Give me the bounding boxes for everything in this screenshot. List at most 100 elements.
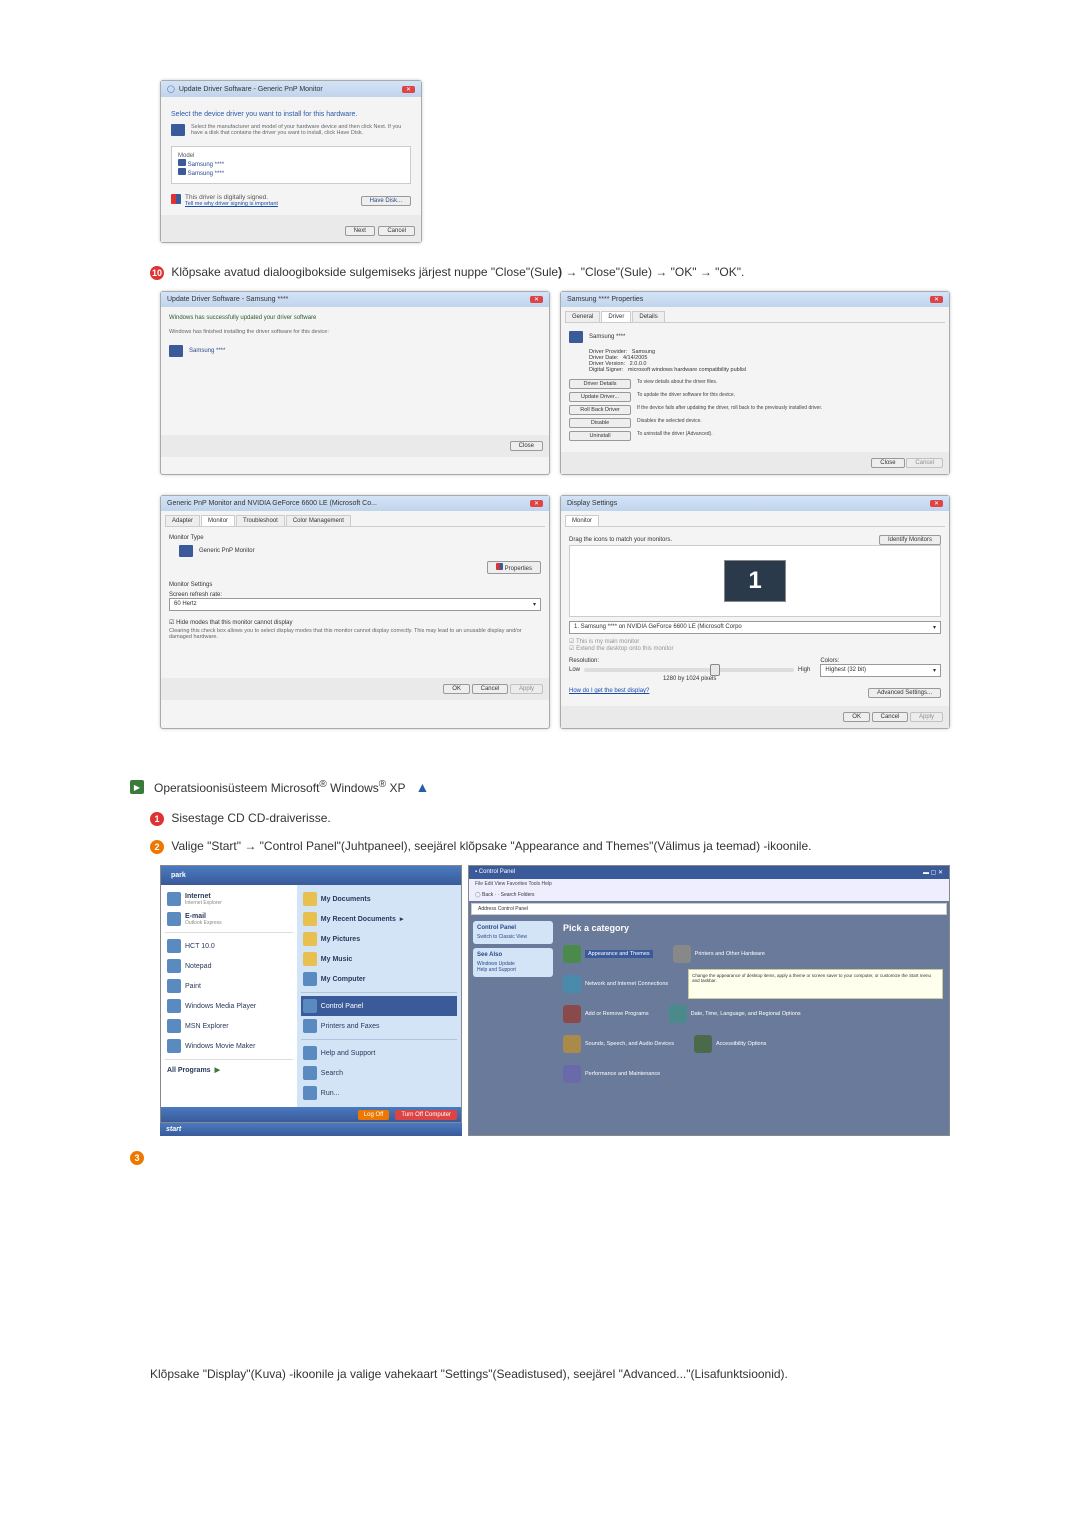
window-buttons[interactable]: ▬ ▢ ✕ xyxy=(923,869,943,876)
start-item[interactable]: Help and Support xyxy=(301,1043,457,1063)
shield-icon xyxy=(171,194,181,204)
tabs: General Driver Details xyxy=(565,311,945,323)
cat-performance[interactable]: Performance and Maintenance xyxy=(563,1065,660,1083)
start-item[interactable]: Windows Media Player xyxy=(165,996,293,1016)
cat-sounds[interactable]: Sounds, Speech, and Audio Devices xyxy=(563,1035,674,1053)
close-icon[interactable]: ✕ xyxy=(930,296,943,303)
hide-modes-desc: Clearing this check box allows you to se… xyxy=(169,628,541,640)
start-button[interactable]: start xyxy=(166,1126,181,1133)
tab-details[interactable]: Details xyxy=(632,311,664,322)
tab-troubleshoot[interactable]: Troubleshoot xyxy=(236,515,285,526)
monitor-dropdown[interactable]: 1. Samsung **** on NVIDIA GeForce 6600 L… xyxy=(569,621,941,634)
start-item[interactable]: My Computer xyxy=(301,969,457,989)
colors-dropdown[interactable]: Highest (32 bit)▾ xyxy=(820,664,941,677)
apply-button[interactable]: Apply xyxy=(910,712,943,722)
dialog-heading: Select the device driver you want to ins… xyxy=(171,111,411,118)
tab-driver[interactable]: Driver xyxy=(601,311,631,322)
close-button[interactable]: Close xyxy=(871,458,904,468)
properties-button[interactable]: Properties xyxy=(487,561,541,574)
next-button[interactable]: Next xyxy=(345,226,375,236)
uninstall-button[interactable]: Uninstall xyxy=(569,431,631,441)
update-driver-button[interactable]: Update Driver... xyxy=(569,392,631,402)
moviemaker-icon xyxy=(167,1039,181,1053)
start-item[interactable]: Printers and Faxes xyxy=(301,1016,457,1036)
cancel-button[interactable]: Cancel xyxy=(378,226,415,236)
monitor-preview[interactable]: 1 xyxy=(724,560,786,602)
start-item-email[interactable]: E-mailOutlook Express xyxy=(165,909,293,929)
printer-icon xyxy=(673,945,691,963)
ok-button[interactable]: OK xyxy=(843,712,870,722)
chevron-down-icon: ▾ xyxy=(933,624,936,631)
start-item-controlpanel[interactable]: Control Panel xyxy=(301,996,457,1016)
cat-appearance[interactable]: Appearance and Themes xyxy=(563,945,653,963)
refresh-dropdown[interactable]: 60 Hertz▾ xyxy=(169,598,541,611)
model-item[interactable]: Samsung **** xyxy=(178,159,404,168)
cp-address[interactable]: Address Control Panel xyxy=(471,903,947,915)
device-properties-dialog: Samsung **** Properties ✕ General Driver… xyxy=(560,291,950,475)
ok-button[interactable]: OK xyxy=(443,684,470,694)
app-icon xyxy=(167,939,181,953)
back-arrow-icon[interactable]: ◯ xyxy=(167,85,175,93)
close-icon[interactable]: ✕ xyxy=(530,500,543,507)
cat-datetime[interactable]: Date, Time, Language, and Regional Optio… xyxy=(669,1005,801,1023)
tab-colormgmt[interactable]: Color Management xyxy=(286,515,351,526)
have-disk-button[interactable]: Have Disk... xyxy=(361,196,411,206)
close-icon[interactable]: ✕ xyxy=(530,296,543,303)
start-item-internet[interactable]: InternetInternet Explorer xyxy=(165,889,293,909)
cp-menu[interactable]: File Edit View Favorites Tools Help xyxy=(469,879,949,889)
start-item[interactable]: My Recent Documents ▸ xyxy=(301,909,457,929)
cancel-button[interactable]: Cancel xyxy=(872,712,909,722)
monitor-icon xyxy=(169,345,183,357)
close-icon[interactable]: ✕ xyxy=(930,500,943,507)
ie-icon xyxy=(167,892,181,906)
tab-monitor[interactable]: Monitor xyxy=(201,515,235,526)
disable-button[interactable]: Disable xyxy=(569,418,631,428)
start-item[interactable]: Notepad xyxy=(165,956,293,976)
up-arrow-icon[interactable]: ▲ xyxy=(416,779,430,795)
start-item[interactable]: Search xyxy=(301,1063,457,1083)
close-icon[interactable]: ✕ xyxy=(402,86,415,93)
dialog-title-text: Update Driver Software - Samsung **** xyxy=(167,296,288,303)
driver-details-button[interactable]: Driver Details xyxy=(569,379,631,389)
help-support-link[interactable]: Help and Support xyxy=(477,967,549,973)
start-item[interactable]: My Music xyxy=(301,949,457,969)
identify-button[interactable]: Identify Monitors xyxy=(879,535,941,545)
hide-modes-checkbox[interactable]: ☑ xyxy=(169,620,174,626)
switch-classic-link[interactable]: Switch to Classic View xyxy=(477,934,549,940)
start-item[interactable]: MSN Explorer xyxy=(165,1016,293,1036)
resolution-slider[interactable] xyxy=(584,668,794,672)
cat-accessibility[interactable]: Accessibility Options xyxy=(694,1035,766,1053)
play-icon xyxy=(130,780,144,794)
all-programs[interactable]: All Programs ▶ xyxy=(165,1063,293,1077)
tab-general[interactable]: General xyxy=(565,311,600,322)
start-item[interactable]: HCT 10.0 xyxy=(165,936,293,956)
start-item[interactable]: Windows Movie Maker xyxy=(165,1036,293,1056)
logoff-button[interactable]: Log Off xyxy=(358,1110,390,1120)
cat-network[interactable]: Network and Internet Connections xyxy=(563,975,668,993)
cp-toolbar[interactable]: ◯ Back · · Search Folders xyxy=(469,889,949,901)
computer-icon xyxy=(303,972,317,986)
signing-link[interactable]: Tell me why driver signing is important xyxy=(185,201,278,207)
tab-monitor[interactable]: Monitor xyxy=(565,515,599,526)
monitor-properties-dialog: Generic PnP Monitor and NVIDIA GeForce 6… xyxy=(160,495,550,729)
taskbar: start xyxy=(160,1123,462,1136)
tab-adapter[interactable]: Adapter xyxy=(165,515,200,526)
display-settings-dialog: Display Settings ✕ Monitor Drag the icon… xyxy=(560,495,950,729)
cancel-button[interactable]: Cancel xyxy=(906,458,943,468)
start-item[interactable]: Paint xyxy=(165,976,293,996)
start-item[interactable]: Run... xyxy=(301,1083,457,1103)
model-item[interactable]: Samsung **** xyxy=(178,168,404,177)
best-display-link[interactable]: How do I get the best display? xyxy=(569,688,649,698)
cat-addremove[interactable]: Add or Remove Programs xyxy=(563,1005,649,1023)
rollback-button[interactable]: Roll Back Driver xyxy=(569,405,631,415)
cancel-button[interactable]: Cancel xyxy=(472,684,509,694)
start-item[interactable]: My Documents xyxy=(301,889,457,909)
close-button[interactable]: Close xyxy=(510,441,543,451)
cp-sidebox: See Also Windows Update Help and Support xyxy=(473,948,553,977)
turnoff-button[interactable]: Turn Off Computer xyxy=(395,1110,457,1120)
apply-button[interactable]: Apply xyxy=(510,684,543,694)
cat-printers[interactable]: Printers and Other Hardware xyxy=(673,945,765,963)
performance-icon xyxy=(563,1065,581,1083)
advanced-button[interactable]: Advanced Settings... xyxy=(868,688,941,698)
start-item[interactable]: My Pictures xyxy=(301,929,457,949)
